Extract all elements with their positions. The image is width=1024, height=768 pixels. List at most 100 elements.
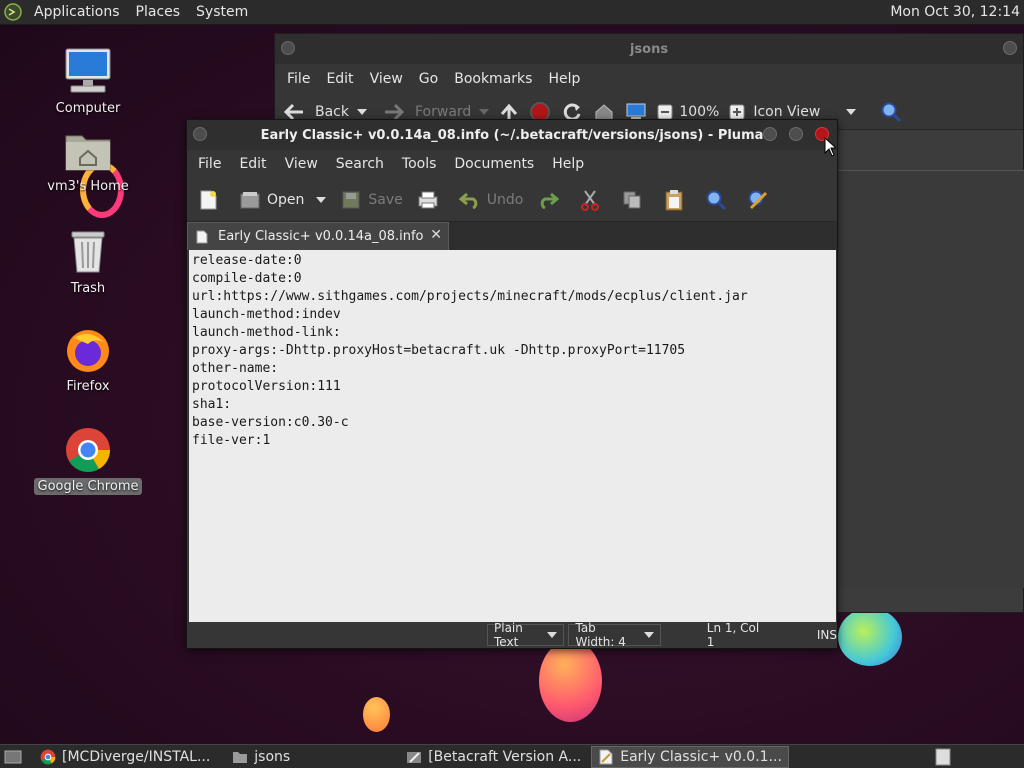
tab-width-select[interactable]: Tab Width: 4	[568, 621, 661, 649]
zoom-out-button[interactable]	[657, 104, 673, 120]
desktop-icon-label: Firefox	[66, 379, 110, 394]
save-button[interactable]: Save	[340, 189, 403, 211]
menu-tools[interactable]: Tools	[393, 156, 446, 172]
copy-button[interactable]	[621, 189, 649, 211]
new-document-icon	[200, 190, 217, 209]
show-desktop-icon	[4, 750, 22, 763]
distro-logo-icon[interactable]	[0, 2, 26, 22]
taskbar-item-chrome[interactable]: [MCDiverge/INSTAL...	[34, 746, 216, 768]
document-tabbar: Early Classic+ v0.0.14a_08.info ✕	[187, 222, 837, 250]
menu-system[interactable]: System	[188, 4, 256, 20]
decorative-blob	[838, 608, 902, 666]
taskbar-item-pluma[interactable]: Early Classic+ v0.0.1...	[591, 745, 789, 768]
trash-icon	[71, 231, 105, 273]
fm-menu-bookmarks[interactable]: Bookmarks	[446, 71, 540, 87]
chevron-down-icon[interactable]	[479, 108, 490, 115]
arrow-left-icon	[283, 103, 303, 120]
editor-line[interactable]: compile-date:0	[192, 270, 833, 288]
language-select[interactable]: Plain Text	[487, 621, 565, 649]
fm-menu-edit[interactable]: Edit	[318, 71, 361, 87]
forward-label: Forward	[415, 103, 472, 120]
paste-icon	[665, 189, 683, 210]
clock[interactable]: Mon Oct 30, 12:14	[890, 4, 1020, 20]
print-button[interactable]	[417, 189, 445, 211]
new-button[interactable]	[197, 189, 225, 211]
paste-button[interactable]	[663, 189, 691, 211]
search-button[interactable]	[880, 101, 902, 123]
fm-menu-view[interactable]: View	[362, 71, 411, 87]
desktop-icon-label: Trash	[70, 281, 106, 296]
computer-icon	[65, 48, 111, 93]
editor-line[interactable]: protocolVersion:111	[192, 378, 833, 396]
editor-line[interactable]: other-name:	[192, 360, 833, 378]
arrow-right-icon	[385, 103, 405, 120]
fm-menu-go[interactable]: Go	[411, 71, 446, 87]
pluma-window[interactable]: Early Classic+ v0.0.14a_08.info (~/.beta…	[186, 119, 838, 649]
menu-documents[interactable]: Documents	[445, 156, 543, 172]
menu-file[interactable]: File	[189, 156, 230, 172]
decorative-blob	[539, 640, 602, 722]
desktop-icon-chrome[interactable]: Google Chrome	[33, 426, 143, 495]
find-button[interactable]	[705, 189, 733, 211]
find-replace-button[interactable]	[747, 189, 775, 211]
menu-view[interactable]: View	[276, 156, 327, 172]
scissors-icon	[581, 189, 600, 211]
taskbar-item-label: Early Classic+ v0.0.1...	[620, 748, 782, 765]
forward-button[interactable]: Forward	[383, 103, 490, 121]
menu-places[interactable]: Places	[128, 4, 189, 20]
text-editor-area[interactable]: release-date:0 compile-date:0 url:https://…	[189, 250, 836, 623]
workspace-icon	[935, 748, 951, 765]
menu-edit[interactable]: Edit	[230, 156, 275, 172]
view-mode-select[interactable]: Icon View	[753, 104, 857, 120]
taskbar-item-label: [Betacraft Version A...	[428, 748, 582, 765]
cut-button[interactable]	[579, 189, 607, 211]
undo-button[interactable]: Undo	[458, 189, 524, 211]
window-close-button[interactable]	[1003, 41, 1017, 55]
undo-label: Undo	[486, 191, 524, 208]
file-manager-titlebar[interactable]: jsons	[275, 34, 1023, 64]
close-tab-icon[interactable]: ✕	[430, 227, 442, 243]
menu-help[interactable]: Help	[543, 156, 593, 172]
menu-search[interactable]: Search	[327, 156, 393, 172]
firefox-icon	[67, 330, 109, 372]
editor-line[interactable]: url:https://www.sithgames.com/projects/m…	[192, 288, 833, 306]
desktop-icon-computer[interactable]: Computer	[33, 46, 143, 117]
home-folder-icon	[65, 135, 111, 171]
taskbar-item-jsons[interactable]: jsons	[226, 746, 296, 768]
desktop-icon-trash[interactable]: Trash	[33, 228, 143, 297]
window-maximize-button[interactable]	[789, 127, 803, 141]
show-desktop-button[interactable]	[0, 746, 26, 768]
editor-line[interactable]: sha1:	[192, 396, 833, 414]
editor-line[interactable]: release-date:0	[192, 252, 833, 270]
document-tab[interactable]: Early Classic+ v0.0.14a_08.info ✕	[187, 222, 449, 250]
back-button[interactable]: Back	[283, 103, 367, 121]
editor-line[interactable]: base-version:c0.30-c	[192, 414, 833, 432]
editor-line[interactable]: launch-method:indev	[192, 306, 833, 324]
redo-button[interactable]	[537, 189, 565, 211]
bottom-panel: [MCDiverge/INSTAL... jsons [Betacraft Ve…	[0, 744, 1024, 768]
chevron-down-icon	[643, 632, 654, 638]
editor-line[interactable]: proxy-args:-Dhttp.proxyHost=betacraft.uk…	[192, 342, 833, 360]
desktop-icon-firefox[interactable]: Firefox	[33, 326, 143, 395]
window-menu-button[interactable]	[193, 127, 207, 141]
taskbar-item-betacraft[interactable]: [Betacraft Version A...	[400, 746, 587, 768]
zoom-level: 100%	[679, 103, 720, 120]
open-button[interactable]: Open	[239, 189, 327, 211]
fm-menu-help[interactable]: Help	[540, 71, 588, 87]
menu-applications[interactable]: Applications	[26, 4, 128, 20]
zoom-in-icon	[729, 104, 745, 119]
file-manager-content-area[interactable]	[837, 170, 1024, 588]
chevron-down-icon[interactable]	[316, 196, 327, 203]
desktop-icon-home[interactable]: vm3's Home	[33, 128, 143, 195]
fm-menu-file[interactable]: File	[279, 71, 318, 87]
pluma-titlebar[interactable]: Early Classic+ v0.0.14a_08.info (~/.beta…	[187, 120, 837, 150]
editor-line[interactable]: launch-method-link:	[192, 324, 833, 342]
editor-line[interactable]: file-ver:1	[192, 432, 833, 450]
pluma-icon	[599, 749, 613, 764]
workspace-switcher[interactable]	[928, 746, 958, 768]
window-minimize-button[interactable]	[763, 127, 777, 141]
window-menu-button[interactable]	[281, 41, 295, 55]
open-folder-icon	[240, 191, 260, 208]
zoom-in-button[interactable]	[729, 104, 745, 120]
chevron-down-icon[interactable]	[357, 108, 367, 115]
